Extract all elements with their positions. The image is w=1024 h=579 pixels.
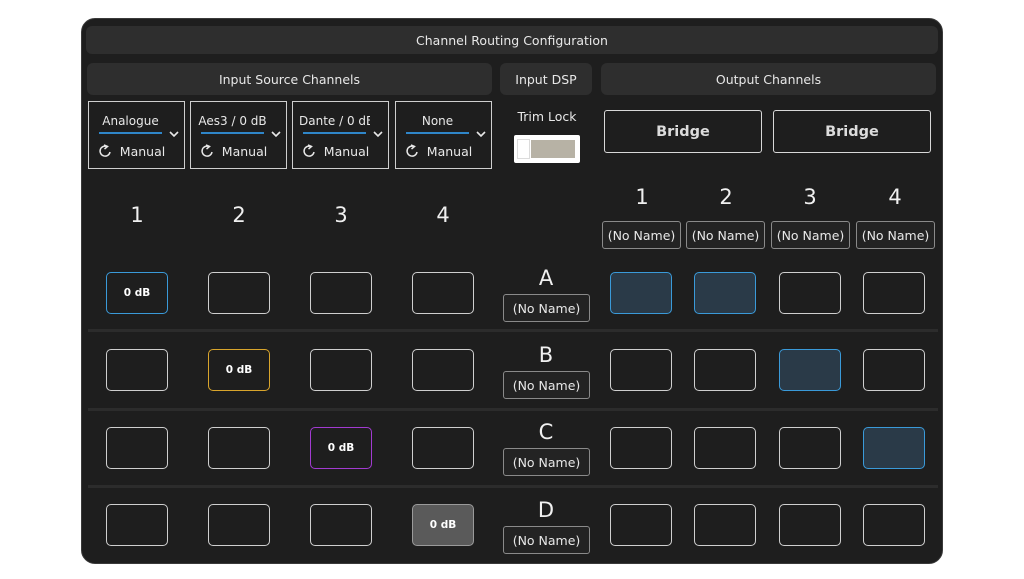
chevron-down-icon[interactable] — [167, 127, 181, 141]
source-mode[interactable]: Manual — [199, 142, 268, 160]
input-route-cell[interactable] — [412, 272, 474, 314]
output-route-cell[interactable] — [863, 272, 925, 314]
source-mode-label: Manual — [323, 143, 370, 159]
source-underline — [201, 132, 264, 134]
row-letter-a: A — [538, 266, 554, 290]
input-channel-1: 1 — [130, 203, 144, 227]
output-route-cell[interactable] — [779, 504, 841, 546]
input-route-cell[interactable] — [106, 504, 168, 546]
output-name-4[interactable]: (No Name) — [856, 221, 935, 249]
source-mode-label: Manual — [119, 143, 166, 159]
rotate-icon — [406, 144, 418, 157]
source-value: None — [421, 114, 454, 128]
input-channel-3: 3 — [334, 203, 348, 227]
source-mode[interactable]: Manual — [97, 142, 166, 160]
row-name-a[interactable]: (No Name) — [503, 294, 590, 322]
source-mode-label: Manual — [221, 143, 268, 159]
source-underline — [99, 132, 162, 134]
output-route-cell[interactable] — [863, 349, 925, 391]
output-route-cell[interactable] — [610, 349, 672, 391]
input-route-cell[interactable] — [208, 427, 270, 469]
input-route-cell[interactable] — [310, 349, 372, 391]
row-separator — [88, 329, 938, 332]
input-route-cell[interactable] — [208, 504, 270, 546]
trim-lock-label: Trim Lock — [517, 109, 577, 124]
source-selector-1[interactable]: Analogue Manual — [88, 101, 185, 169]
source-underline — [303, 132, 366, 134]
chevron-down-icon[interactable] — [371, 127, 385, 141]
output-route-cell[interactable] — [610, 272, 672, 314]
row-separator — [88, 485, 938, 488]
input-route-cell[interactable] — [310, 272, 372, 314]
source-underline — [406, 132, 469, 134]
trim-lock-toggle[interactable] — [514, 135, 580, 163]
input-route-cell[interactable] — [412, 349, 474, 391]
output-name-1[interactable]: (No Name) — [602, 221, 681, 249]
row-letter-b: B — [538, 343, 554, 367]
chevron-down-icon[interactable] — [269, 127, 283, 141]
bridge-button-3-4[interactable]: Bridge — [773, 110, 931, 153]
input-route-cell[interactable] — [106, 349, 168, 391]
output-channel-2: 2 — [719, 185, 733, 209]
input-route-cell[interactable] — [106, 427, 168, 469]
toggle-knob[interactable] — [517, 139, 530, 159]
output-route-cell[interactable] — [863, 427, 925, 469]
input-route-cell[interactable] — [208, 272, 270, 314]
output-name-2[interactable]: (No Name) — [686, 221, 765, 249]
output-route-cell[interactable] — [694, 427, 756, 469]
toggle-track — [531, 140, 575, 158]
window-title: Channel Routing Configuration — [86, 26, 938, 54]
output-route-cell[interactable] — [694, 349, 756, 391]
input-route-cell[interactable] — [310, 504, 372, 546]
source-selector-4[interactable]: None Manual — [395, 101, 492, 169]
input-route-cell[interactable]: 0 dB — [310, 427, 372, 469]
input-route-cell[interactable] — [412, 427, 474, 469]
source-mode[interactable]: Manual — [301, 142, 370, 160]
rotate-icon — [99, 144, 111, 157]
output-route-cell[interactable] — [779, 427, 841, 469]
input-dsp-header: Input DSP — [500, 63, 592, 95]
output-route-cell[interactable] — [779, 272, 841, 314]
rotate-icon — [201, 144, 213, 157]
row-name-b[interactable]: (No Name) — [503, 371, 590, 399]
bridge-button-1-2[interactable]: Bridge — [604, 110, 762, 153]
output-route-cell[interactable] — [610, 427, 672, 469]
input-channel-2: 2 — [232, 203, 246, 227]
row-separator — [88, 408, 938, 411]
output-channel-1: 1 — [635, 185, 649, 209]
output-name-3[interactable]: (No Name) — [771, 221, 850, 249]
output-route-cell[interactable] — [610, 504, 672, 546]
source-value: Dante / 0 dB — [299, 114, 370, 128]
output-channels-header: Output Channels — [601, 63, 936, 95]
chevron-down-icon[interactable] — [474, 127, 488, 141]
row-letter-d: D — [537, 498, 555, 522]
output-route-cell[interactable] — [694, 272, 756, 314]
source-mode[interactable]: Manual — [404, 142, 473, 160]
input-source-header: Input Source Channels — [87, 63, 492, 95]
source-value: Analogue — [102, 114, 159, 128]
source-selector-3[interactable]: Dante / 0 dB Manual — [292, 101, 389, 169]
row-name-d[interactable]: (No Name) — [503, 526, 590, 554]
output-route-cell[interactable] — [694, 504, 756, 546]
input-route-cell[interactable]: 0 dB — [208, 349, 270, 391]
output-route-cell[interactable] — [779, 349, 841, 391]
source-value: Aes3 / 0 dB — [198, 114, 267, 128]
output-route-cell[interactable] — [863, 504, 925, 546]
input-route-cell[interactable]: 0 dB — [412, 504, 474, 546]
input-route-cell[interactable]: 0 dB — [106, 272, 168, 314]
source-mode-label: Manual — [426, 143, 473, 159]
rotate-icon — [303, 144, 315, 157]
output-channel-4: 4 — [888, 185, 902, 209]
row-letter-c: C — [538, 420, 554, 444]
input-channel-4: 4 — [436, 203, 450, 227]
output-channel-3: 3 — [803, 185, 817, 209]
routing-window: Channel Routing Configuration Input Sour… — [81, 18, 943, 564]
source-selector-2[interactable]: Aes3 / 0 dB Manual — [190, 101, 287, 169]
row-name-c[interactable]: (No Name) — [503, 448, 590, 476]
